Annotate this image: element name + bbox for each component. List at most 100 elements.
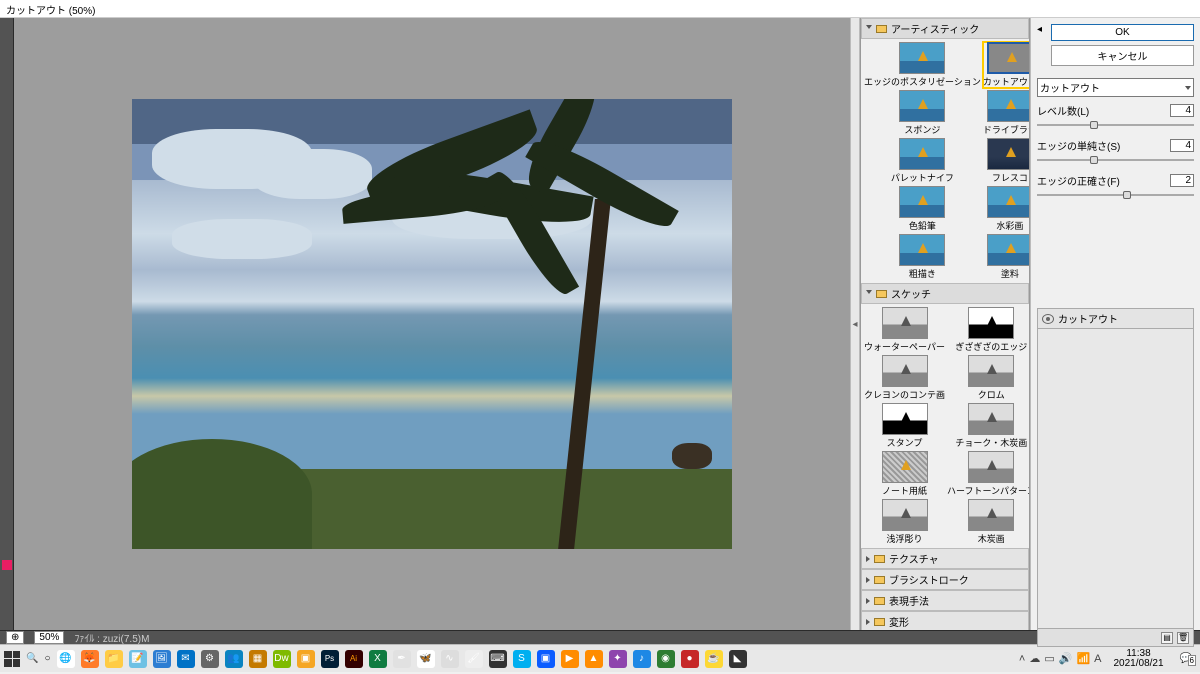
- filter-thumb[interactable]: クロム: [947, 355, 1030, 401]
- taskbar-app-generic4[interactable]: ✦: [609, 650, 627, 668]
- effect-layer-name: カットアウト: [1058, 311, 1118, 326]
- filter-thumb[interactable]: エッジのポスタリゼーション: [864, 42, 981, 88]
- stop-indicator: [2, 560, 12, 570]
- filter-thumb[interactable]: カットアウト: [983, 42, 1030, 88]
- group-artistic-header[interactable]: アーティスティック: [861, 18, 1029, 39]
- group-collapsed-row[interactable]: 表現手法: [861, 590, 1029, 611]
- window-titlebar: カットアウト (50%): [0, 0, 1200, 18]
- taskbar-app-generic5[interactable]: ◉: [657, 650, 675, 668]
- thumb-image: [968, 451, 1014, 483]
- tray-network-icon[interactable]: 📶: [1076, 652, 1090, 665]
- tray-volume-icon[interactable]: 🔊: [1059, 652, 1073, 665]
- taskbar-app-generic2[interactable]: ✒: [393, 650, 411, 668]
- filter-thumb[interactable]: スポンジ: [864, 90, 981, 136]
- panel-collapser[interactable]: ◂: [850, 18, 860, 630]
- disclosure-triangle-icon: [866, 556, 870, 562]
- effect-layer-row[interactable]: カットアウト: [1037, 308, 1194, 329]
- disclosure-triangle-icon: [866, 25, 872, 32]
- taskbar-app-photos[interactable]: 🖼: [153, 650, 171, 668]
- taskbar-app-generic7[interactable]: ◣: [729, 650, 747, 668]
- thumb-image: [968, 307, 1014, 339]
- param-edge-simplicity-slider[interactable]: [1037, 157, 1194, 163]
- taskbar-app-brush[interactable]: 🖌: [465, 650, 483, 668]
- filter-thumb[interactable]: 水彩画: [983, 186, 1030, 232]
- taskbar-app-explorer[interactable]: 📁: [105, 650, 123, 668]
- taskbar-app-media[interactable]: ▶: [561, 650, 579, 668]
- param-label: エッジの正確さ(F): [1037, 173, 1120, 188]
- thumb-label: フレスコ: [983, 170, 1030, 184]
- tray-chevron-icon[interactable]: ˄: [1019, 653, 1025, 665]
- filter-thumb[interactable]: スタンプ: [864, 403, 945, 449]
- filter-thumb[interactable]: 木炭画: [947, 499, 1030, 545]
- notification-icon[interactable]: 💬6: [1176, 653, 1196, 664]
- delete-layer-icon[interactable]: 🗑: [1177, 632, 1189, 644]
- zoom-value[interactable]: 50%: [34, 631, 64, 644]
- taskbar-app-generic6[interactable]: ☕: [705, 650, 723, 668]
- filter-thumb[interactable]: 浅浮彫り: [864, 499, 945, 545]
- filter-thumb[interactable]: チョーク・木炭画: [947, 403, 1030, 449]
- system-tray[interactable]: ˄ ☁ ▭ 🔊 📶 A: [1019, 652, 1102, 665]
- filter-thumb[interactable]: ぎざぎざのエッジ: [947, 307, 1030, 353]
- taskbar-app-skype[interactable]: S: [513, 650, 531, 668]
- left-toolstrip: [0, 18, 14, 630]
- system-clock[interactable]: 11:38 2021/08/21: [1107, 649, 1169, 669]
- tray-ime-icon[interactable]: A: [1094, 653, 1101, 665]
- filter-thumb[interactable]: ドライブラシ: [983, 90, 1030, 136]
- param-edge-simplicity-input[interactable]: [1170, 139, 1194, 152]
- filter-thumb[interactable]: 粗描き: [864, 234, 981, 280]
- search-icon[interactable]: 🔍: [26, 653, 38, 664]
- taskbar-app-notepad[interactable]: 📝: [129, 650, 147, 668]
- canvas-area[interactable]: [14, 18, 850, 630]
- filter-thumb[interactable]: 色鉛筆: [864, 186, 981, 232]
- tray-battery-icon[interactable]: ▭: [1044, 652, 1054, 665]
- param-levels-slider[interactable]: [1037, 122, 1194, 128]
- filter-select[interactable]: カットアウト: [1037, 78, 1194, 97]
- group-collapsed-row[interactable]: 変形: [861, 611, 1029, 630]
- thumb-label: 浅浮彫り: [864, 531, 945, 545]
- param-edge-fidelity-input[interactable]: [1170, 174, 1194, 187]
- sketch-thumbs: ウォーターペーパーぎざぎざのエッジグラフィックペンクレヨンのコンテ画クロムコピー…: [861, 304, 1029, 548]
- group-collapsed-row[interactable]: ブラシストローク: [861, 569, 1029, 590]
- taskbar-app-sublime[interactable]: ▣: [297, 650, 315, 668]
- thumb-image: [987, 90, 1030, 122]
- taskbar-app-vlc[interactable]: ▲: [585, 650, 603, 668]
- param-edge-fidelity-slider[interactable]: [1037, 192, 1194, 198]
- taskbar-app-illustrator[interactable]: Ai: [345, 650, 363, 668]
- taskbar-app-generic1[interactable]: ▦: [249, 650, 267, 668]
- filter-thumb[interactable]: フレスコ: [983, 138, 1030, 184]
- filter-thumb[interactable]: パレットナイフ: [864, 138, 981, 184]
- taskbar-app-firefox[interactable]: 🦊: [81, 650, 99, 668]
- filter-thumb[interactable]: ノート用紙: [864, 451, 945, 497]
- taskbar-app-zoom[interactable]: ▣: [537, 650, 555, 668]
- cancel-button[interactable]: キャンセル: [1051, 45, 1194, 66]
- tray-cloud-icon[interactable]: ☁: [1029, 652, 1040, 665]
- filter-thumb[interactable]: クレヨンのコンテ画: [864, 355, 945, 401]
- taskbar-app-record[interactable]: ●: [681, 650, 699, 668]
- filter-thumb[interactable]: ハーフトーンパターン: [947, 451, 1030, 497]
- taskbar-app-terminal[interactable]: ⌨: [489, 650, 507, 668]
- filter-thumb[interactable]: 塗料: [983, 234, 1030, 280]
- new-layer-icon[interactable]: ▤: [1161, 632, 1173, 644]
- param-levels-input[interactable]: [1170, 104, 1194, 117]
- group-sketch-header[interactable]: スケッチ: [861, 283, 1029, 304]
- ok-button[interactable]: OK: [1051, 24, 1194, 41]
- taskbar-app-generic3[interactable]: ∿: [441, 650, 459, 668]
- visibility-eye-icon[interactable]: [1042, 314, 1054, 324]
- taskbar-app-photoshop[interactable]: Ps: [321, 650, 339, 668]
- taskbar-app-outlook[interactable]: ✉: [177, 650, 195, 668]
- taskbar-app-chrome[interactable]: 🌐: [57, 650, 75, 668]
- taskbar-app-music[interactable]: ♪: [633, 650, 651, 668]
- settings-collapser[interactable]: ◂: [1037, 24, 1047, 35]
- cortana-icon[interactable]: ○: [44, 653, 50, 664]
- param-edge-fidelity: エッジの正確さ(F): [1037, 173, 1194, 188]
- taskbar-app-butterfly[interactable]: 🦋: [417, 650, 435, 668]
- taskbar-app-dreamweaver[interactable]: Dw: [273, 650, 291, 668]
- taskbar-app-settings[interactable]: ⚙: [201, 650, 219, 668]
- start-button[interactable]: [4, 651, 20, 667]
- disclosure-triangle-icon: [866, 619, 870, 625]
- taskbar-app-excel[interactable]: X: [369, 650, 387, 668]
- filter-thumb[interactable]: ウォーターペーパー: [864, 307, 945, 353]
- zoom-button[interactable]: ⊕: [6, 631, 24, 644]
- taskbar-app-teams[interactable]: 👥: [225, 650, 243, 668]
- group-collapsed-row[interactable]: テクスチャ: [861, 548, 1029, 569]
